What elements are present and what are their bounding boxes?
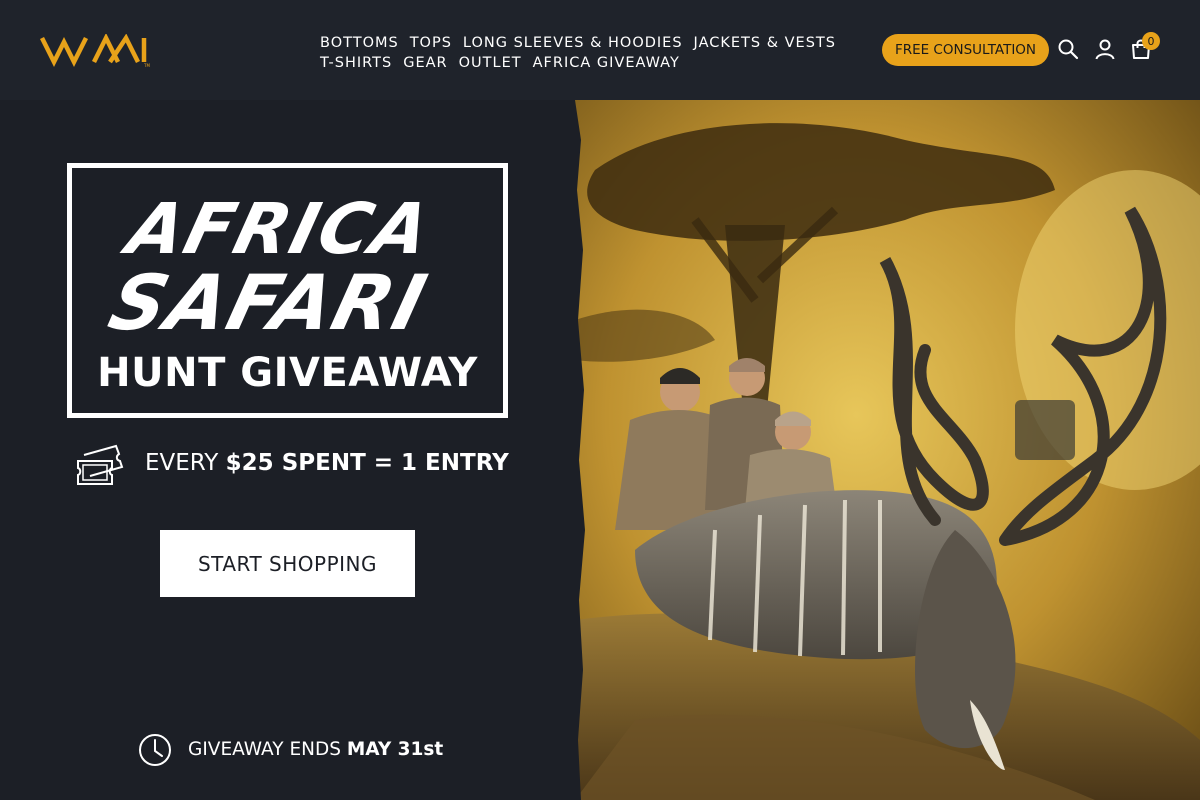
main-nav: BOTTOMS TOPS LONG SLEEVES & HOODIES JACK…	[320, 33, 840, 73]
search-icon[interactable]	[1057, 38, 1079, 60]
nav-item-outlet[interactable]: OUTLET	[459, 53, 522, 73]
promo-title-line-2: SAFARI	[100, 258, 437, 347]
nav-item-gear[interactable]: GEAR	[403, 53, 447, 73]
nav-item-tops[interactable]: TOPS	[410, 33, 452, 53]
nav-item-t-shirts[interactable]: T-SHIRTS	[320, 53, 392, 73]
site-header: TM BOTTOMS TOPS LONG SLEEVES & HOODIES J…	[0, 0, 1200, 100]
ticket-icon	[77, 444, 124, 485]
brand-logo[interactable]: TM	[40, 34, 152, 68]
giveaway-end-date: GIVEAWAY ENDS MAY 31st	[188, 739, 443, 760]
cart-count-badge: 0	[1142, 32, 1160, 50]
nav-row-2: T-SHIRTS GEAR OUTLET AFRICA GIVEAWAY	[320, 53, 840, 73]
promo-title-line-3: HUNT GIVEAWAY	[97, 350, 478, 396]
user-icon[interactable]	[1094, 38, 1116, 60]
entry-rule-highlight: $25 SPENT = 1 ENTRY	[225, 450, 509, 476]
nav-row-1: BOTTOMS TOPS LONG SLEEVES & HOODIES JACK…	[320, 33, 840, 53]
entry-rule-text: EVERY $25 SPENT = 1 ENTRY	[145, 450, 509, 476]
hero-safari-photo	[575, 100, 1200, 800]
start-shopping-button[interactable]: START SHOPPING	[160, 530, 415, 597]
nav-item-bottoms[interactable]: BOTTOMS	[320, 33, 399, 53]
clock-icon	[139, 734, 171, 766]
svg-text:TM: TM	[143, 63, 150, 68]
entry-rule-prefix: EVERY	[145, 450, 226, 476]
nav-item-africa-giveaway[interactable]: AFRICA GIVEAWAY	[533, 53, 680, 73]
giveaway-title-box: AFRICA SAFARI HUNT GIVEAWAY	[67, 163, 508, 418]
end-date-value: MAY 31st	[346, 739, 444, 760]
promo-panel: AFRICA SAFARI HUNT GIVEAWAY EVERY $25 SP…	[0, 100, 580, 800]
hero-image	[575, 100, 1200, 800]
nav-item-long-sleeves-hoodies[interactable]: LONG SLEEVES & HOODIES	[463, 33, 683, 53]
free-consultation-button[interactable]: FREE CONSULTATION	[882, 34, 1049, 66]
nav-item-jackets-vests[interactable]: JACKETS & VESTS	[694, 33, 836, 53]
end-date-prefix: GIVEAWAY ENDS	[188, 739, 347, 760]
